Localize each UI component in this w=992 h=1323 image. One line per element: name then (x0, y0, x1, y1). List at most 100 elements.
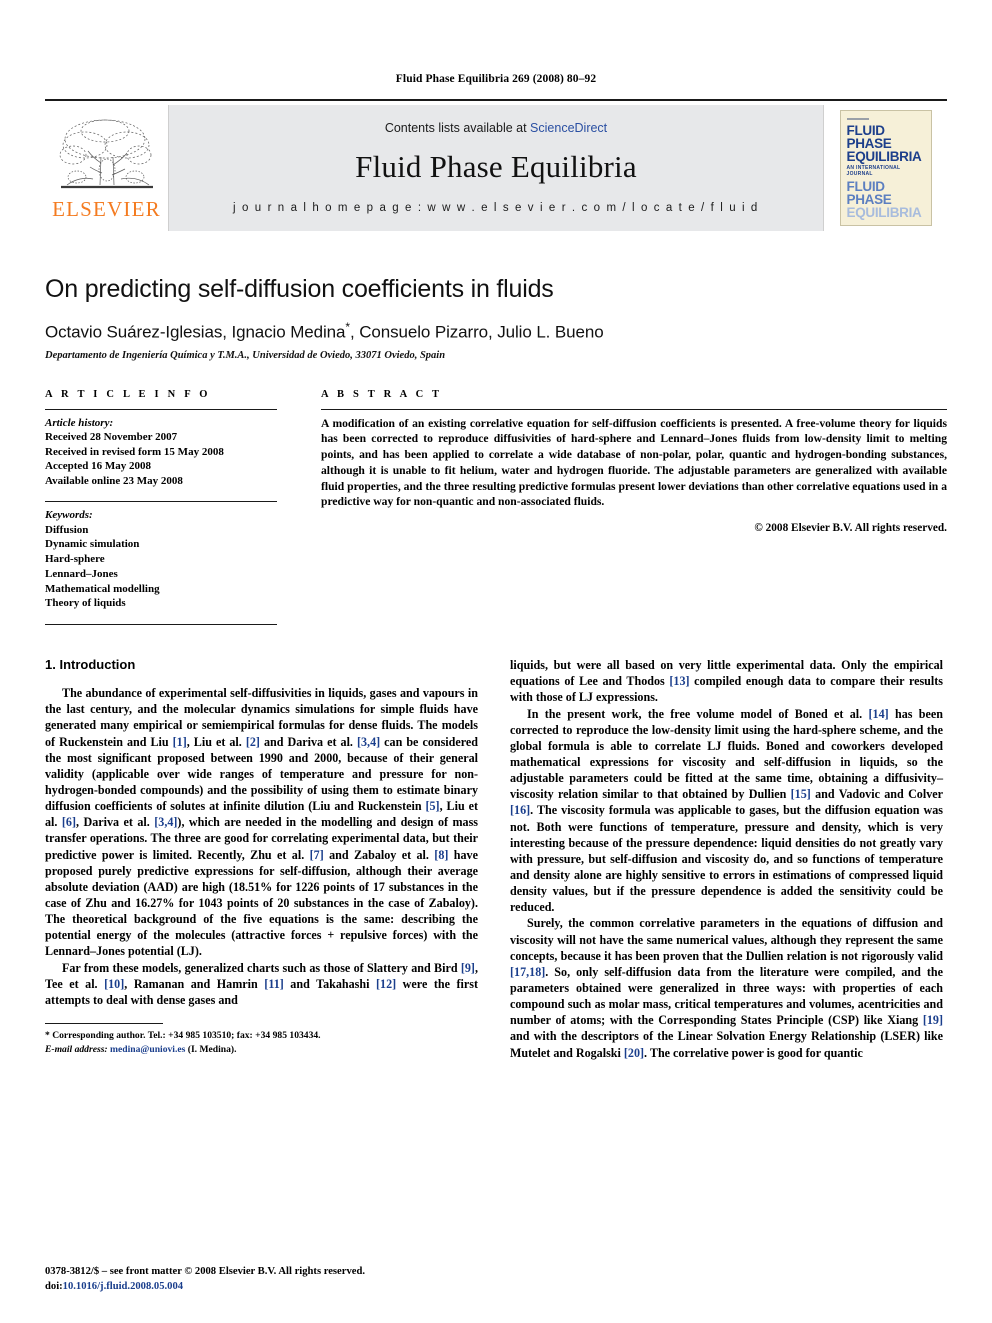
citation-link[interactable]: [7] (310, 848, 324, 862)
email-link[interactable]: medina@uniovi.es (110, 1044, 185, 1055)
citation-link[interactable]: [11] (264, 977, 283, 991)
citation-link[interactable]: [8] (434, 848, 448, 862)
citation-link[interactable]: [1] (173, 735, 187, 749)
email-owner: (I. Medina). (187, 1043, 237, 1055)
abstract-label: A B S T R A C T (321, 388, 443, 400)
citation-link[interactable]: [17,18] (510, 965, 545, 979)
elsevier-tree-icon (59, 119, 153, 188)
citation-link[interactable]: [5] (425, 799, 439, 813)
info-bottom-rule (45, 624, 277, 626)
authors-part-1: Octavio Suárez-Iglesias, Ignacio Medina (45, 322, 346, 342)
doi-label: doi: (45, 1281, 63, 1293)
citation-link[interactable]: [15] (791, 787, 811, 801)
corresponding-author-footnote: * Corresponding author. Tel.: +34 985 10… (45, 1022, 345, 1057)
citation-link[interactable]: [12] (376, 977, 396, 991)
section-heading-introduction: 1. Introduction (45, 657, 136, 673)
authors-part-2: , Consuelo Pizarro, Julio L. Bueno (349, 322, 604, 342)
footnote-email-line: E-mail address: medina@uniovi.es (I. Med… (45, 1043, 345, 1057)
keyword-item: Diffusion (45, 523, 89, 536)
citation-link[interactable]: [3,4] (154, 815, 177, 829)
paragraph: Far from these models, generalized chart… (45, 960, 478, 1008)
elsevier-logo: ELSEVIER (45, 105, 169, 231)
paragraph: In the present work, the free volume mod… (510, 706, 943, 916)
paragraph-text: , Dariva et al. (76, 815, 155, 830)
cover-line-2: EQUILIBRIA (846, 149, 922, 165)
paragraph-text: . So, only self-diffusion data from the … (510, 964, 943, 1028)
citation-link[interactable]: [20] (624, 1046, 644, 1060)
paragraph-text: and Takahashi (283, 976, 376, 991)
citation-link[interactable]: [2] (246, 735, 260, 749)
citation-link[interactable]: [3,4] (357, 735, 380, 749)
history-item: Accepted 16 May 2008 (45, 460, 152, 473)
body-column-left: 1. Introduction The abundance of experim… (45, 657, 478, 1061)
page-footer: 0378-3812/$ – see front matter © 2008 El… (45, 1265, 365, 1295)
article-history-block: Article history: Received 28 November 20… (45, 408, 277, 489)
footnote-corresponding-line: * Corresponding author. Tel.: +34 985 10… (45, 1029, 321, 1041)
footer-doi-line: doi:10.1016/j.fluid.2008.05.004 (45, 1280, 365, 1295)
abstract-column: A B S T R A C T A modification of an exi… (321, 389, 947, 626)
article-info-label: A R T I C L E I N F O (45, 388, 211, 400)
contents-available-line: Contents lists available at ScienceDirec… (385, 121, 607, 135)
footer-issn-line: 0378-3812/$ – see front matter © 2008 El… (45, 1266, 365, 1278)
keyword-item: Theory of liquids (45, 597, 126, 610)
elsevier-wordmark: ELSEVIER (52, 196, 161, 221)
body-columns: 1. Introduction The abundance of experim… (45, 657, 947, 1061)
abstract-body: A modification of an existing correlativ… (321, 408, 947, 535)
journal-cover-thumbnail: FLUID PHASE EQUILIBRIA AN INTERNATIONAL … (823, 105, 947, 231)
paragraph: Surely, the common correlative parameter… (510, 915, 943, 1060)
keyword-item: Mathematical modelling (45, 582, 160, 595)
keyword-item: Dynamic simulation (45, 538, 140, 551)
history-item: Available online 23 May 2008 (45, 474, 183, 487)
paragraph: The abundance of experimental self-diffu… (45, 685, 478, 959)
email-label: E-mail address: (45, 1043, 108, 1055)
citation-link[interactable]: [6] (62, 815, 76, 829)
keywords-heading: Keywords: (45, 509, 93, 522)
citation-link[interactable]: [9] (461, 961, 475, 975)
cover-line-4: EQUILIBRIA (846, 205, 922, 221)
paragraph-text: and Dariva et al. (259, 734, 357, 749)
journal-homepage: j o u r n a l h o m e p a g e : w w w . … (233, 201, 759, 214)
citation-link[interactable]: [19] (923, 1013, 943, 1027)
keywords-block: Keywords: Diffusion Dynamic simulation H… (45, 501, 277, 611)
footnote-rule (45, 1022, 163, 1024)
article-history-heading: Article history: (45, 416, 114, 429)
paragraph-text: . The correlative power is good for quan… (644, 1045, 863, 1060)
citation-link[interactable]: [10] (104, 977, 124, 991)
paragraph-text: . The viscosity formula was applicable t… (510, 803, 943, 915)
cover-line-3: FLUID PHASE (846, 178, 892, 207)
paragraph-text: , Ramanan and Hamrin (124, 976, 265, 991)
doi-link[interactable]: 10.1016/j.fluid.2008.05.004 (63, 1281, 183, 1292)
author-list: Octavio Suárez-Iglesias, Ignacio Medina*… (45, 320, 947, 343)
journal-masthead: ELSEVIER Contents lists available at Sci… (45, 99, 947, 231)
paragraph-text: and Zabaloy et al. (323, 847, 435, 862)
abstract-copyright: © 2008 Elsevier B.V. All rights reserved… (754, 522, 947, 535)
history-item: Received in revised form 15 May 2008 (45, 445, 224, 458)
running-head: Fluid Phase Equilibria 269 (2008) 80–92 (395, 73, 597, 85)
article-page: Fluid Phase Equilibria 269 (2008) 80–92 (0, 0, 992, 1323)
title-block: On predicting self-diffusion coefficient… (45, 275, 947, 361)
contents-prefix: Contents lists available at (384, 120, 531, 135)
info-abstract-section: A R T I C L E I N F O Article history: R… (45, 389, 947, 626)
citation-link[interactable]: [16] (510, 803, 530, 817)
body-column-right: liquids, but were all based on very litt… (510, 657, 943, 1061)
abstract-text: A modification of an existing correlativ… (321, 416, 947, 509)
affiliation: Departamento de Ingeniería Química y T.M… (45, 349, 446, 361)
paragraph-text: have proposed purely predictive expressi… (45, 847, 478, 959)
cover-art: FLUID PHASE EQUILIBRIA AN INTERNATIONAL … (839, 110, 932, 226)
keyword-item: Hard-sphere (45, 553, 105, 566)
cover-elsevier-mini-icon (846, 118, 869, 120)
page-title: On predicting self-diffusion coefficient… (45, 275, 554, 303)
article-info-column: A R T I C L E I N F O Article history: R… (45, 389, 277, 626)
cover-line-1: FLUID PHASE (846, 123, 892, 152)
citation-link[interactable]: [14] (869, 707, 889, 721)
keyword-item: Lennard–Jones (45, 567, 118, 580)
citation-link[interactable]: [13] (669, 674, 689, 688)
journal-title: Fluid Phase Equilibria (355, 148, 637, 184)
paragraph-text: and Vadovic and Colver (810, 787, 943, 802)
paragraph-text: Surely, the common correlative parameter… (510, 916, 943, 963)
history-item: Received 28 November 2007 (45, 431, 178, 444)
paragraph-text: , Liu et al. (186, 734, 246, 749)
paragraph: liquids, but were all based on very litt… (510, 657, 943, 705)
paragraph-text: In the present work, the free volume mod… (527, 706, 869, 721)
sciencedirect-link[interactable]: ScienceDirect (530, 121, 607, 135)
